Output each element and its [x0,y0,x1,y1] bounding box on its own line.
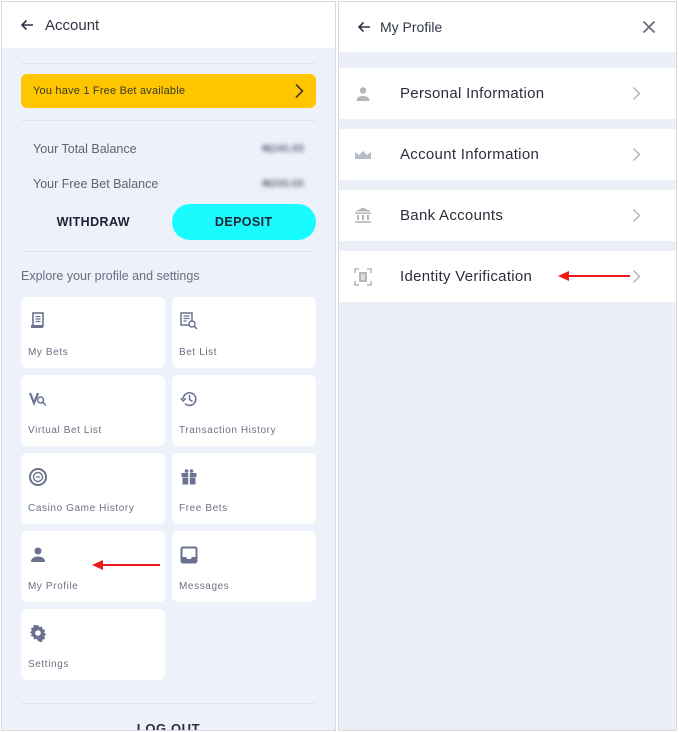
inbox-icon [180,546,198,564]
tile-my-bets[interactable]: My Bets [21,297,165,368]
user-icon [356,86,370,101]
tile-transaction-history[interactable]: Transaction History [172,375,316,446]
menu-item-account-information[interactable]: Account Information [339,129,676,180]
logout-button[interactable]: LOG OUT [21,721,316,730]
tile-label: My Profile [28,581,79,592]
chevron-right-icon [632,208,641,223]
chevron-right-icon [295,83,304,99]
gift-icon [181,469,197,485]
menu-item-label: Personal Information [400,85,545,102]
total-balance-value: ₦240.05 [262,142,304,155]
total-balance-row: Your Total Balance ₦240.05 [21,131,316,166]
balances: Your Total Balance ₦240.05 Your Free Bet… [21,121,316,201]
menu-item-personal-information[interactable]: Personal Information [339,68,676,119]
free-bet-balance-label: Your Free Bet Balance [33,176,159,191]
withdraw-button[interactable]: WITHDRAW [21,204,166,240]
gear-icon [29,624,47,642]
receipt-icon [31,312,44,328]
virtual-search-icon [29,392,47,407]
id-scan-icon [354,267,372,286]
chevron-right-icon [632,86,641,101]
annotation-arrow [92,560,160,570]
tile-casino-game-history[interactable]: Casino Game History [21,453,165,524]
divider [21,63,316,64]
chevron-right-icon [632,147,641,162]
tile-label: Free Bets [179,503,228,514]
list-search-icon [180,312,198,330]
deposit-button[interactable]: DEPOSIT [171,204,316,240]
profile-tiles-grid: My Bets Bet List Virtual Bet List Transa… [21,297,316,680]
divider [21,251,316,252]
tile-messages[interactable]: Messages [172,531,316,602]
divider [21,703,316,704]
tile-bet-list[interactable]: Bet List [172,297,316,368]
page-title: Account [45,16,100,34]
tile-label: Messages [179,581,230,592]
tile-label: Bet List [179,347,218,358]
account-panel: Account You have 1 Free Bet available Yo… [1,1,336,731]
tile-label: My Bets [28,347,69,358]
profile-menu: Personal Information Account Information… [339,52,676,302]
total-balance-label: Your Total Balance [33,141,137,156]
my-profile-header: My Profile [339,2,676,52]
explore-heading: Explore your profile and settings [21,269,200,283]
tile-label: Virtual Bet List [28,425,102,436]
bank-icon [355,207,371,223]
free-bet-balance-row: Your Free Bet Balance ₦200.00 [21,166,316,201]
arrow-left-icon[interactable] [357,20,371,34]
tile-label: Transaction History [179,425,277,436]
menu-item-bank-accounts[interactable]: Bank Accounts [339,190,676,241]
free-bet-balance-value: ₦200.00 [262,177,304,190]
menu-item-label: Account Information [400,146,540,163]
account-header: Account [2,2,335,48]
chevron-right-icon [632,269,641,284]
tile-label: Settings [28,659,69,670]
free-bet-banner[interactable]: You have 1 Free Bet available [21,74,316,108]
menu-item-label: Bank Accounts [400,207,504,224]
casino-chip-icon [29,468,47,486]
tile-free-bets[interactable]: Free Bets [172,453,316,524]
history-icon [180,392,197,407]
crown-icon [355,150,371,159]
free-bet-text: You have 1 Free Bet available [33,85,186,97]
my-profile-panel: My Profile Personal Information Account … [338,1,677,731]
action-buttons: WITHDRAW DEPOSIT [21,204,316,240]
page-title: My Profile [380,19,443,35]
annotation-arrow [558,271,630,281]
user-icon [31,547,45,562]
arrow-left-icon[interactable] [19,17,35,33]
tile-settings[interactable]: Settings [21,609,165,680]
tile-label: Casino Game History [28,503,135,514]
tile-virtual-bet-list[interactable]: Virtual Bet List [21,375,165,446]
close-icon[interactable] [642,20,656,34]
